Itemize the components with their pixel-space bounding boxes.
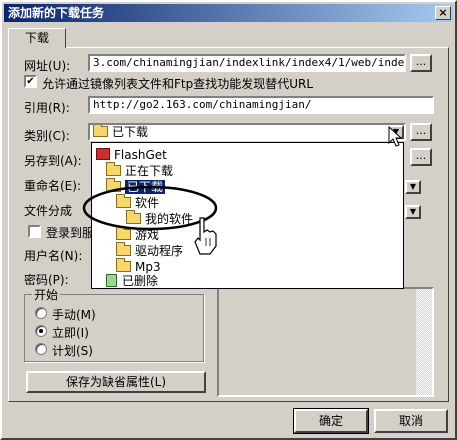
start-manual-radio[interactable] [35, 307, 47, 319]
start-immediate-radio[interactable] [35, 325, 47, 337]
split-label: 文件分成 [24, 204, 73, 218]
list-item[interactable]: 已删除 [106, 273, 158, 289]
mirror-checkbox[interactable]: ✔ [24, 75, 37, 88]
recycle-bin-icon [106, 274, 117, 287]
url-label: 网址(U): [24, 59, 71, 73]
rename-label: 重命名(E): [24, 179, 81, 193]
category-browse-button[interactable]: ... [410, 123, 432, 141]
referer-input[interactable]: http://go2.163.com/chinamingjian/ [88, 96, 434, 114]
start-manual-label: 手动(M) [52, 308, 96, 322]
username-label: 用户名(N): [24, 249, 83, 263]
mirror-checkbox-label: 允许通过镜像列表文件和Ftp查找功能发现替代URL [42, 77, 314, 91]
start-schedule-label: 计划(S) [52, 344, 93, 358]
arrow-cursor-icon [388, 126, 403, 147]
cancel-button[interactable]: 取消 [374, 409, 448, 433]
folder-icon [116, 258, 131, 272]
list-item[interactable]: 正在下载 [106, 162, 173, 179]
hand-cursor-icon [194, 217, 217, 255]
split-dropdown-arrow[interactable]: ▼ [405, 205, 421, 219]
rename-dropdown-arrow[interactable]: ▼ [405, 180, 421, 194]
start-groupbox [24, 294, 204, 362]
title-bar: 添加新的下载任务 × [4, 4, 453, 22]
start-immediate-label: 立即(I) [52, 326, 89, 340]
scrollbar[interactable] [416, 289, 432, 395]
list-item[interactable]: FlashGet [96, 147, 167, 163]
url-input[interactable]: 3.com/chinamingjian/indexlink/index4/1/w… [88, 54, 406, 72]
dialog-title: 添加新的下载任务 [8, 6, 105, 20]
close-icon: × [438, 6, 448, 19]
flashget-icon [96, 148, 110, 160]
start-schedule-radio[interactable] [35, 343, 47, 355]
folder-icon [93, 125, 108, 137]
tab-download[interactable]: 下载 [8, 28, 66, 48]
add-task-dialog: 添加新的下载任务 × 下载 网址(U): 3.com/chinamingjian… [0, 0, 457, 440]
ok-button[interactable]: 确定 [293, 408, 369, 434]
save-default-button[interactable]: 保存为缺省属性(L) [26, 371, 206, 393]
close-button[interactable]: × [435, 6, 451, 20]
category-value: 已下载 [112, 125, 149, 139]
url-browse-button[interactable]: ... [410, 54, 432, 72]
comment-box[interactable] [217, 287, 434, 397]
login-checkbox[interactable] [28, 225, 41, 238]
category-label: 类别(C): [24, 129, 70, 143]
saveto-label: 另存到(A): [24, 154, 82, 168]
downloading-folder-icon [106, 162, 121, 176]
saveto-browse-button[interactable]: ... [410, 148, 432, 166]
referer-label: 引用(R): [24, 101, 70, 115]
category-select[interactable]: 已下载 [88, 123, 406, 141]
start-group-title: 开始 [32, 286, 61, 303]
